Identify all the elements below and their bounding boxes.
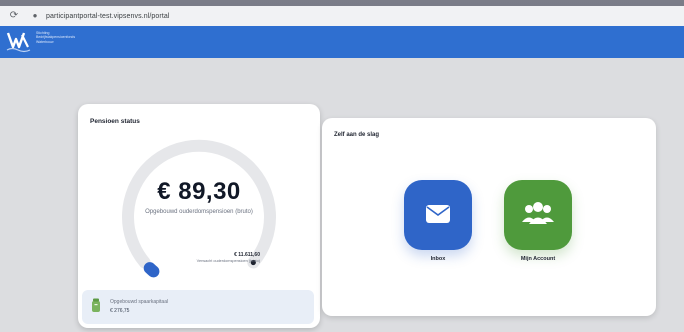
card-title: Zelf aan de slag (334, 132, 380, 138)
envelope-icon (426, 205, 450, 223)
fund-logo[interactable] (6, 29, 32, 53)
browser-address-bar: ⟳ ● participantportal-test.vipsenvs.nl/p… (0, 6, 684, 27)
my-account-button[interactable] (504, 180, 572, 250)
expected-pension-label: Verwacht ouderdomspensioen (bruto) (196, 259, 260, 263)
lock-icon: ● (32, 11, 38, 20)
inbox-button[interactable] (404, 180, 472, 250)
expected-pension-amount: € 11.611,60 (234, 252, 260, 258)
reload-icon[interactable]: ⟳ (8, 10, 20, 22)
gauge-fill (143, 262, 160, 278)
pension-amount: € 89,30 (157, 178, 241, 205)
pension-status-card: Pensioen status € 89,30 Opgebouwd ouderd… (78, 104, 320, 328)
org-name: Stichting Bedrijfstakpensioenfonds Water… (36, 31, 96, 44)
app-header: Stichting Bedrijfstakpensioenfonds Water… (0, 26, 684, 58)
savings-jar-icon (92, 298, 100, 312)
browser-url[interactable]: participantportal-test.vipsenvs.nl/porta… (46, 13, 170, 20)
users-icon (522, 202, 554, 224)
my-account-label[interactable]: Mijn Account (493, 256, 583, 262)
inbox-label[interactable]: Inbox (393, 256, 483, 262)
savings-panel[interactable]: Opgebouwd spaarkapitaal € 276,75 (82, 290, 314, 324)
savings-value: € 276,75 (110, 308, 130, 314)
savings-label: Opgebouwd spaarkapitaal (110, 299, 169, 305)
pension-amount-label: Opgebouwd ouderdomspensioen (bruto) (145, 209, 253, 215)
org-line: Waterbouw (36, 39, 54, 44)
self-service-card: Zelf aan de slag Inbox Mijn Account (322, 118, 656, 316)
